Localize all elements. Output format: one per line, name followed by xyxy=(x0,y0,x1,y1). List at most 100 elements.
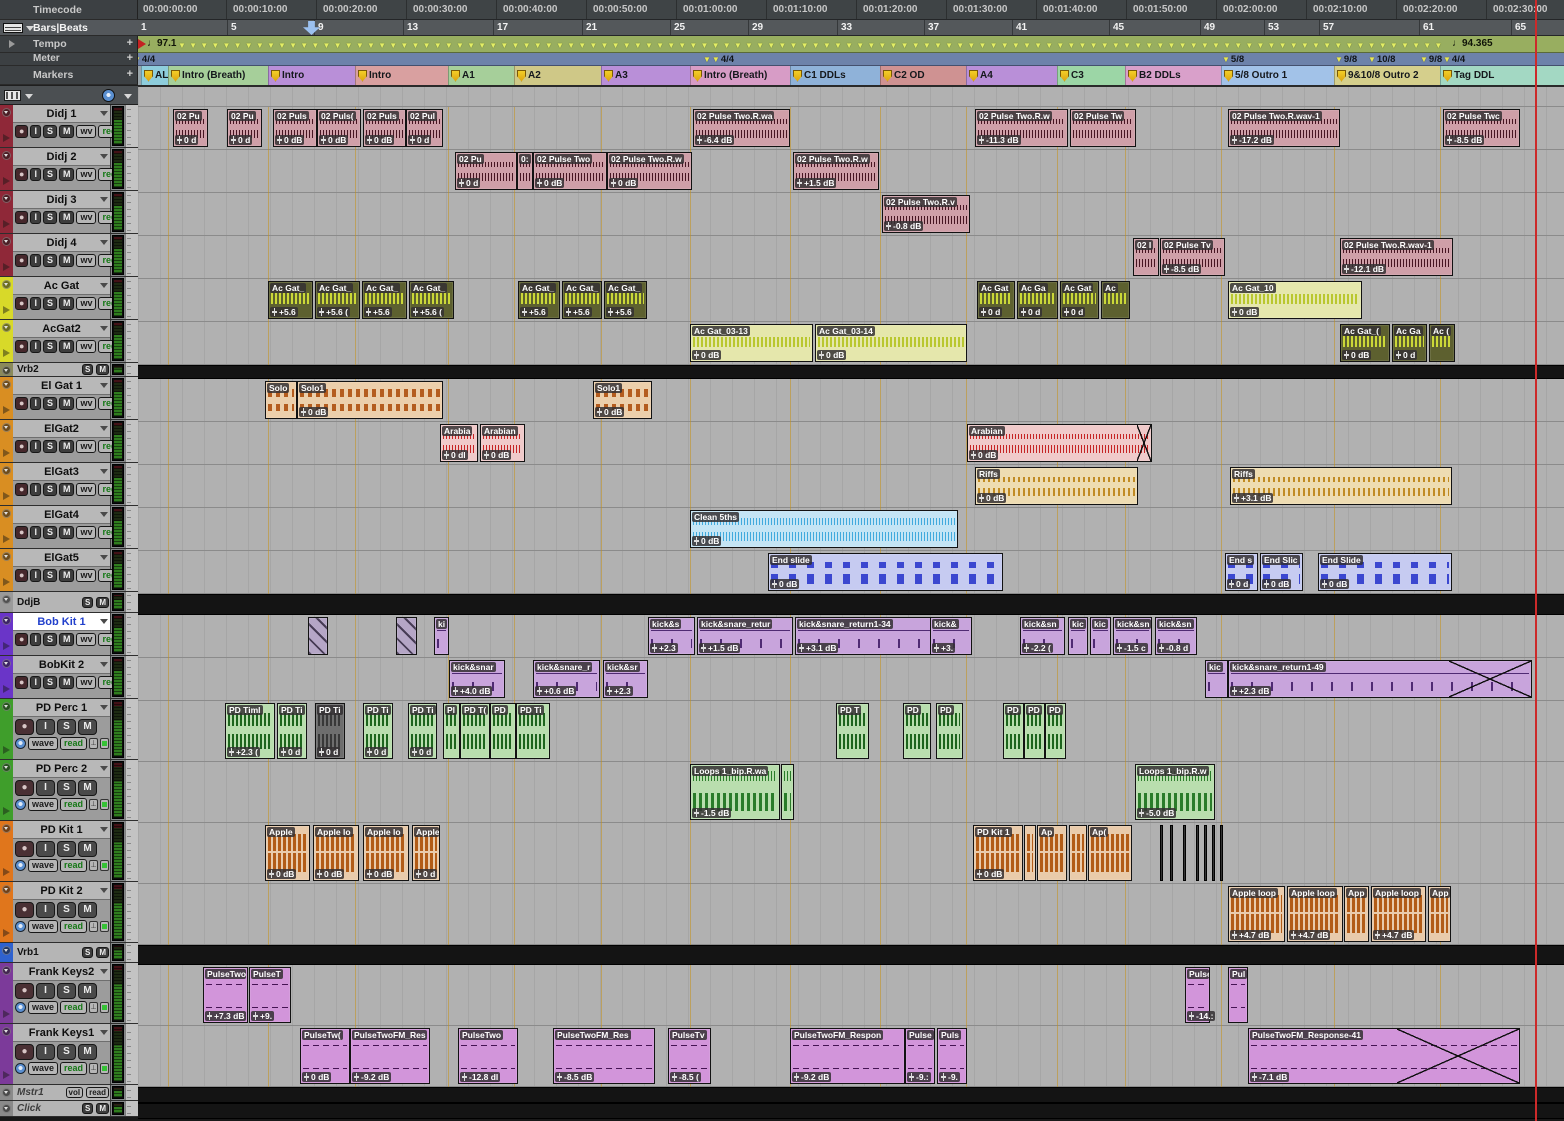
audio-clip[interactable]: 02 Puls0 dB xyxy=(273,109,317,147)
automation-read-button[interactable]: read xyxy=(60,798,87,811)
collapse-icon[interactable] xyxy=(2,466,11,475)
clock-icon[interactable] xyxy=(15,799,26,810)
input-button[interactable]: I xyxy=(36,902,55,918)
input-button[interactable]: I xyxy=(30,340,41,353)
ruler-meter[interactable]: ▼4/4▼▼4/4▼5/8▼9/8▼10/8▼9/8▼4/4 xyxy=(138,53,1564,66)
solo-button[interactable]: S xyxy=(43,526,57,539)
solo-button[interactable]: S xyxy=(57,719,76,735)
audio-clip[interactable]: 02 Pu0 d xyxy=(173,109,208,147)
record-button[interactable]: ● xyxy=(15,340,28,353)
automation-read-button[interactable]: read xyxy=(60,859,87,872)
track-name[interactable]: Vrb2 xyxy=(17,364,80,375)
track-name[interactable]: Click xyxy=(17,1103,80,1114)
waveform-view-button[interactable]: wave xyxy=(28,920,58,933)
marker-segment[interactable]: Intro (Breath) xyxy=(168,66,268,85)
mute-button[interactable]: M xyxy=(59,211,75,224)
record-button[interactable]: ● xyxy=(15,483,28,496)
marker-segment[interactable]: C2 OD xyxy=(880,66,966,85)
audio-clip[interactable]: Ac Gat_03-140 dB xyxy=(815,324,967,362)
audio-clip[interactable]: 02 Pulse Twc-8.5 dB xyxy=(1443,109,1520,147)
audio-clip[interactable] xyxy=(396,617,417,655)
audio-clip[interactable] xyxy=(1196,825,1199,881)
audio-clip[interactable]: PulseT-14.: xyxy=(1185,967,1210,1023)
ruler-markers[interactable]: ALLIntro (Breath)IntroIntroA1A2A3Intro (… xyxy=(138,66,1564,85)
record-button[interactable]: ● xyxy=(15,168,28,181)
track-resize-ruler[interactable] xyxy=(125,699,138,759)
audio-clip[interactable]: PulseTwo-12.8 dl xyxy=(458,1028,518,1084)
marker-flag-icon[interactable] xyxy=(793,70,802,82)
track-s-button[interactable]: S xyxy=(82,1103,93,1114)
marker-segment[interactable]: C1 DDLs xyxy=(790,66,880,85)
audio-clip[interactable]: 02 Pulse Two.R.wa-6.4 dB xyxy=(693,109,790,147)
audio-clip[interactable]: Solo10 dB xyxy=(593,381,652,419)
waveform-view-button[interactable]: wave xyxy=(28,1062,58,1075)
chevron-down-icon[interactable] xyxy=(100,1030,108,1035)
audio-clip[interactable] xyxy=(1220,825,1223,881)
waveform-view-button[interactable]: wv xyxy=(76,397,96,410)
chevron-down-icon[interactable] xyxy=(100,619,108,624)
input-button[interactable]: I xyxy=(36,1044,55,1060)
record-button[interactable]: ● xyxy=(15,1044,34,1060)
mute-button[interactable]: M xyxy=(78,1044,97,1060)
track-header[interactable]: Vrb1SM xyxy=(13,943,110,962)
collapse-icon[interactable] xyxy=(2,946,11,955)
mute-button[interactable]: M xyxy=(59,254,75,267)
audio-clip[interactable]: PD xyxy=(1024,703,1045,759)
automation-read-button[interactable]: read xyxy=(60,737,87,750)
clock-icon[interactable] xyxy=(15,921,26,932)
record-button[interactable]: ● xyxy=(15,780,34,796)
audio-clip[interactable]: Ac Gat_+5.6 xyxy=(604,281,647,319)
input-button[interactable]: I xyxy=(30,440,41,453)
audio-clip[interactable]: PulseTwoFM_Res-9.2 dB xyxy=(350,1028,430,1084)
marker-segment[interactable]: Intro (Breath) xyxy=(690,66,790,85)
audio-clip[interactable]: PD xyxy=(490,703,516,759)
chevron-down-icon[interactable] xyxy=(100,662,108,667)
ruler-header-timecode[interactable]: Timecode xyxy=(0,0,138,20)
track-name[interactable]: Frank Keys1 xyxy=(13,1024,110,1042)
fader-mini-button[interactable]: ⊥ xyxy=(89,1002,98,1013)
audio-clip[interactable] xyxy=(1183,825,1186,881)
audio-clip[interactable]: End Slide0 dB xyxy=(1318,553,1452,591)
track-resize-ruler[interactable] xyxy=(125,760,138,820)
track-lane-elgat2[interactable] xyxy=(138,422,1564,465)
chevron-down-icon[interactable] xyxy=(100,111,108,116)
audio-clip[interactable]: 02 Pulse Two.R.wav-1-12.1 dB xyxy=(1340,238,1453,276)
chevron-down-icon[interactable] xyxy=(100,705,108,710)
meter-change[interactable]: ▼▼4/4 xyxy=(703,54,734,65)
track-header[interactable]: Vrb2SM xyxy=(13,363,110,376)
track-m-button[interactable]: M xyxy=(96,597,109,608)
track-header[interactable]: Mstr1volread xyxy=(13,1085,110,1100)
track-resize-ruler[interactable] xyxy=(125,592,138,612)
chevron-down-icon[interactable] xyxy=(100,197,108,202)
columns-view-icon[interactable] xyxy=(4,90,21,101)
audio-clip[interactable]: ki xyxy=(434,617,449,655)
marker-flag-icon[interactable] xyxy=(1060,70,1069,82)
solo-button[interactable]: S xyxy=(43,254,57,267)
marker-flag-icon[interactable] xyxy=(1128,70,1137,82)
track-resize-ruler[interactable] xyxy=(125,277,138,319)
chevron-down-icon[interactable] xyxy=(100,154,108,159)
waveform-view-button[interactable]: wv xyxy=(76,211,96,224)
ruler-header-bars[interactable]: Bars|Beats xyxy=(0,20,138,36)
audio-clip[interactable] xyxy=(1024,825,1036,881)
audio-clip[interactable]: PD xyxy=(903,703,931,759)
audio-clip[interactable]: Pl xyxy=(443,703,460,759)
marker-flag-icon[interactable] xyxy=(517,70,526,82)
meter-change[interactable]: ▼10/8 xyxy=(1368,54,1395,65)
ruler-timecode[interactable]: 00:00:00:0000:00:10:0000:00:20:0000:00:3… xyxy=(138,0,1564,20)
audio-clip[interactable]: kic xyxy=(1205,660,1228,698)
marker-flag-icon[interactable] xyxy=(171,70,180,82)
chevron-down-icon[interactable] xyxy=(100,766,108,771)
chevron-down-icon[interactable] xyxy=(100,888,108,893)
audio-clip[interactable]: Apple loop+4.7 dB xyxy=(1228,886,1285,942)
audio-clip[interactable]: 02 Pulse Two0 dB xyxy=(533,152,607,190)
collapse-icon[interactable] xyxy=(2,1104,11,1113)
collapse-icon[interactable] xyxy=(2,885,11,894)
track-list-icon[interactable] xyxy=(3,23,23,33)
audio-clip[interactable] xyxy=(1069,825,1087,881)
track-lane-vrb2[interactable] xyxy=(138,365,1564,379)
audio-clip[interactable]: Ac ( xyxy=(1429,324,1455,362)
waveform-view-button[interactable]: wave xyxy=(28,859,58,872)
track-name[interactable]: AcGat2 xyxy=(13,320,110,338)
add-marker-icon[interactable]: + xyxy=(127,68,133,80)
